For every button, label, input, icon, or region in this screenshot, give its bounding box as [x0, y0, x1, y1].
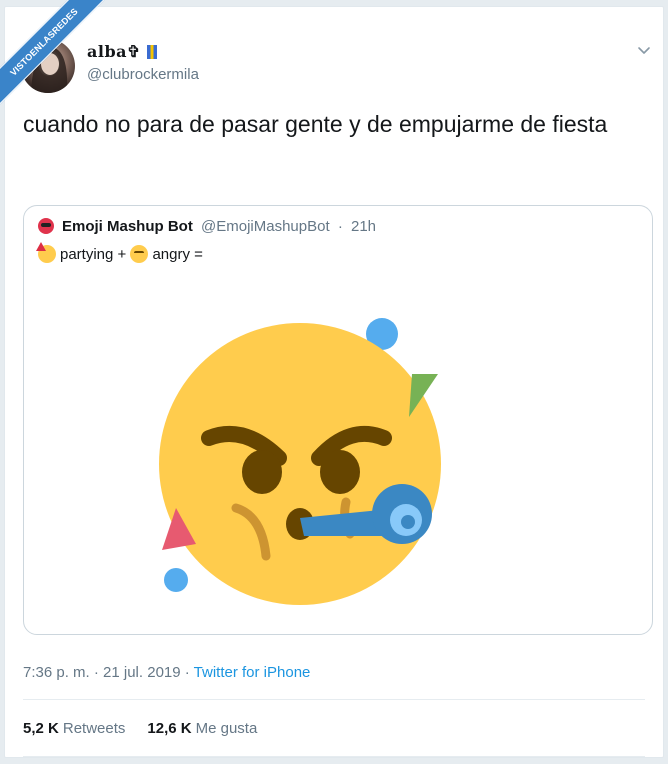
- likes-label: Me gusta: [195, 720, 258, 737]
- retweets-count: 5,2 K: [23, 720, 59, 737]
- left-eye: [242, 450, 282, 494]
- tweet-timestamp: 7:36 p. m. · 21 jul. 2019 · Twitter for …: [23, 664, 310, 681]
- display-name-text: alba✞: [87, 42, 141, 61]
- angry-emoji-icon: [130, 245, 149, 263]
- divider: [23, 699, 645, 700]
- bot-avatar-icon: [38, 218, 54, 234]
- emoji-face: [159, 323, 441, 605]
- divider-bottom: [23, 756, 645, 757]
- timestamp-text[interactable]: 7:36 p. m. · 21 jul. 2019 ·: [23, 664, 190, 681]
- quoted-header: Emoji Mashup Bot @EmojiMashupBot · 21h: [38, 218, 376, 235]
- quoted-tweet[interactable]: Emoji Mashup Bot @EmojiMashupBot · 21h p…: [23, 205, 653, 635]
- retweets-stat[interactable]: 5,2 K Retweets: [23, 720, 125, 737]
- retweets-label: Retweets: [62, 720, 126, 737]
- author-display-name[interactable]: alba✞: [87, 42, 157, 61]
- quoted-age: 21h: [350, 218, 377, 235]
- quoted-text-part2: angry =: [152, 246, 203, 263]
- partying-emoji-icon: [36, 242, 56, 263]
- client-link[interactable]: Twitter for iPhone: [194, 664, 311, 681]
- tweet-text: cuando no para de pasar gente y de empuj…: [23, 111, 608, 137]
- tweet-stats: 5,2 K Retweets 12,6 K Me gusta: [23, 720, 257, 737]
- quoted-name: Emoji Mashup Bot: [62, 218, 193, 235]
- mashup-emoji-image: [159, 318, 441, 605]
- author-handle[interactable]: @clubrockermila: [87, 66, 199, 83]
- likes-stat[interactable]: 12,6 K Me gusta: [147, 720, 257, 737]
- chevron-down-icon[interactable]: [637, 43, 651, 57]
- quoted-text: partying + angry =: [36, 242, 203, 263]
- party-horn-coil-center: [401, 515, 415, 529]
- likes-count: 12,6 K: [147, 720, 192, 737]
- confetti-blue-dot-bottom: [164, 568, 188, 592]
- quoted-handle: @EmojiMashupBot: [201, 218, 330, 235]
- flag-icon: [146, 45, 157, 59]
- quoted-separator: ·: [337, 218, 343, 235]
- quoted-text-part1: partying +: [60, 246, 127, 263]
- tweet-card: VISTOENLASREDES alba✞ @clubrockermila cu…: [0, 0, 664, 758]
- right-eye: [320, 450, 360, 494]
